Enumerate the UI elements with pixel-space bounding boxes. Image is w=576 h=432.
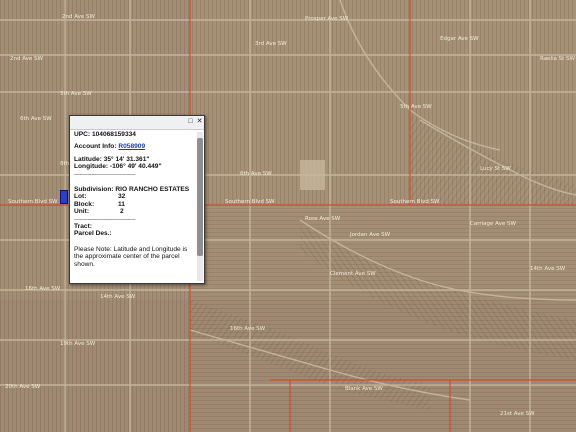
selected-parcel-marker[interactable] (60, 190, 68, 204)
subdivision-label: Subdivision: (74, 186, 114, 194)
upc-label: UPC: (74, 131, 91, 138)
maximize-icon[interactable]: □ (187, 118, 194, 125)
street-label: Southern Blvd SW (8, 199, 58, 205)
coordinate-note: Please Note: Latitude and Longitude is t… (74, 245, 188, 268)
street-label: Clement Ave SW (330, 271, 376, 277)
street-label: 14th Ave SW (100, 294, 136, 300)
lot-label: Lot: (74, 193, 87, 201)
street-label: Raelia St SW (540, 56, 576, 62)
street-label: Southern Blvd SW (225, 199, 275, 205)
street-label: Jordan Ave SW (349, 232, 391, 238)
scrollbar-thumb[interactable] (197, 138, 203, 256)
street-label: 16th Ave SW (25, 286, 61, 292)
street-label: 2nd Ave SW (62, 14, 96, 20)
longitude-label: Longitude: (74, 163, 109, 171)
street-label: Lucy St SW (480, 166, 511, 172)
tract-label: Tract: (74, 223, 92, 231)
unit-value: 2 (120, 208, 124, 216)
street-label: 2nd Ave SW (10, 56, 44, 62)
latitude-value: 35° 14' 31.361" (103, 155, 150, 163)
popup-header: □ ✕ (70, 116, 204, 130)
street-label: Edgar Ave SW (440, 36, 479, 42)
cleared-area (300, 160, 325, 190)
block-label: Block: (74, 200, 95, 208)
street-label: 6th Ave SW (20, 116, 52, 122)
popup-scrollbar[interactable] (197, 132, 203, 281)
latitude-label: Latitude: (74, 155, 102, 163)
street-label: 3rd Ave SW (255, 41, 287, 47)
longitude-value: -106° 49' 40.449" (109, 163, 162, 171)
upc-value: 104068159334 (91, 131, 136, 138)
street-label: Prosper Ave SW (305, 16, 349, 22)
separator: ------------------------------------ (74, 215, 136, 223)
street-label: 19th Ave SW (60, 341, 96, 347)
block-value: 11 (118, 200, 125, 208)
parcel-description-label: Parcel Des.: (74, 230, 112, 238)
street-label: Carriage Ave SW (470, 221, 516, 227)
close-icon[interactable]: ✕ (196, 118, 203, 125)
street-label: Southern Blvd SW (390, 199, 440, 205)
street-label: 5th Ave SW (400, 104, 432, 110)
street-label: 20th Ave SW (5, 384, 41, 390)
unit-label: Unit: (74, 208, 90, 216)
street-label: 6th Ave SW (240, 171, 272, 177)
parcel-info-popup: □ ✕ UPC: 104068159334 Account Info: R058… (69, 115, 205, 284)
account-label: Account Info: (74, 143, 117, 151)
popup-content: UPC: 104068159334 Account Info: R058909 … (70, 130, 195, 281)
subdivision-value: RIO RANCHO ESTATES (115, 186, 190, 194)
street-label: 5th Ave SW (60, 91, 92, 97)
street-label: 16th Ave SW (230, 326, 266, 332)
street-label: Blank Ave SW (345, 386, 383, 392)
account-link[interactable]: R058909 (118, 143, 145, 150)
street-label: 14th Ave SW (530, 266, 566, 272)
separator: ------------------------------------ (74, 170, 136, 178)
street-label: Ross Ave SW (305, 216, 341, 222)
lot-value: 32 (118, 193, 126, 201)
street-label: 21st Ave SW (500, 411, 535, 417)
